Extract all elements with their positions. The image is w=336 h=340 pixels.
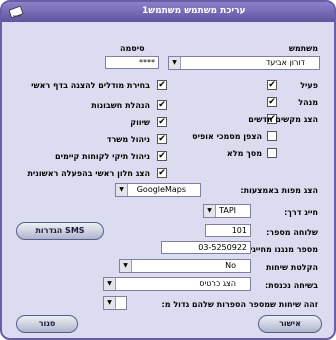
record-calls-label: הקלטת שיחות bbox=[265, 263, 318, 272]
marketing-checkbox[interactable]: ✔ bbox=[157, 117, 167, 127]
office-management-label: ניהול משרד bbox=[106, 135, 150, 144]
sms-settings-button[interactable]: הגדרות SMS bbox=[16, 222, 104, 240]
office-management-checkbox[interactable]: ✔ bbox=[157, 134, 167, 144]
active-label: פעיל bbox=[300, 81, 318, 90]
chevron-down-icon: ▼ bbox=[104, 278, 116, 290]
fullscreen-label: מסך מלא bbox=[226, 149, 262, 158]
show-new-keys-label: הצג מקשים חדשים bbox=[248, 115, 318, 124]
record-calls-select[interactable]: ▼ No bbox=[119, 259, 251, 273]
maps-label: הצג מפות באמצעות: bbox=[240, 186, 318, 195]
fullscreen-checkbox[interactable] bbox=[267, 148, 277, 158]
choose-modules-checkbox[interactable]: ✔ bbox=[157, 80, 167, 90]
password-label: סיסמה bbox=[120, 44, 145, 53]
accounting-label: הנהלת חשבונות bbox=[91, 101, 150, 110]
manager-checkbox[interactable]: ✔ bbox=[267, 97, 277, 107]
ok-button[interactable]: אישור bbox=[258, 315, 322, 333]
existing-clients-checkbox[interactable]: ✔ bbox=[157, 151, 167, 161]
extension-label: שלוחה מספר: bbox=[266, 228, 318, 237]
maps-select[interactable]: ▼ GoogleMaps bbox=[115, 183, 201, 197]
username-select[interactable]: ▼ דורון אביעד bbox=[168, 56, 320, 70]
chevron-down-icon: ▼ bbox=[116, 184, 128, 196]
chevron-down-icon: ▼ bbox=[104, 297, 116, 309]
encrypt-office-checkbox[interactable] bbox=[267, 131, 277, 141]
password-field[interactable]: **** bbox=[105, 56, 159, 69]
choose-modules-label: בחירת מודלים להצגה בדף ראשי bbox=[31, 81, 150, 90]
incoming-call-select[interactable]: ▼ הצג כרטיס bbox=[103, 277, 251, 291]
manager-label: מנהל bbox=[298, 98, 318, 107]
min-digits-label: זהה שיחות שמספר הספרות שלהם גדול מ: bbox=[161, 300, 318, 309]
min-digits-select[interactable]: ▼ 3 bbox=[103, 296, 127, 310]
existing-clients-label: ניהול תיקי לקוחות קיימים bbox=[55, 152, 150, 161]
edit-user-window: עריכת משתמש משתמש1 משתמש סיסמה ▼ דורון א… bbox=[0, 0, 336, 340]
username-label: משתמש bbox=[288, 44, 318, 53]
caller-number-field[interactable]: 03-5250922 bbox=[161, 241, 251, 254]
eraser-icon[interactable] bbox=[8, 5, 24, 19]
dial-via-label: חייג דרך: bbox=[284, 208, 318, 217]
chevron-down-icon: ▼ bbox=[120, 260, 132, 272]
window-title: עריכת משתמש משתמש1 bbox=[142, 6, 246, 16]
chevron-down-icon: ▼ bbox=[169, 57, 181, 69]
dial-via-select[interactable]: ▼ TAPI bbox=[203, 204, 251, 218]
active-checkbox[interactable]: ✔ bbox=[267, 80, 277, 90]
caller-number-label: מספר מנגנו מחייגים: bbox=[241, 245, 318, 254]
show-main-window-label: הצג חלון ראשי בהפעלה ראשונית bbox=[27, 169, 150, 178]
title-bar: עריכת משתמש משתמש1 bbox=[2, 2, 334, 22]
chevron-down-icon: ▼ bbox=[204, 205, 216, 217]
extension-field[interactable]: 101 bbox=[205, 224, 251, 237]
show-main-window-checkbox[interactable]: ✔ bbox=[157, 168, 167, 178]
incoming-call-label: בשיחה נכנסת: bbox=[265, 281, 318, 290]
close-button[interactable]: סגור bbox=[16, 315, 78, 333]
accounting-checkbox[interactable]: ✔ bbox=[157, 100, 167, 110]
marketing-label: שיווק bbox=[130, 118, 150, 127]
encrypt-office-label: הצפן מסמכי אופיס bbox=[192, 132, 262, 141]
